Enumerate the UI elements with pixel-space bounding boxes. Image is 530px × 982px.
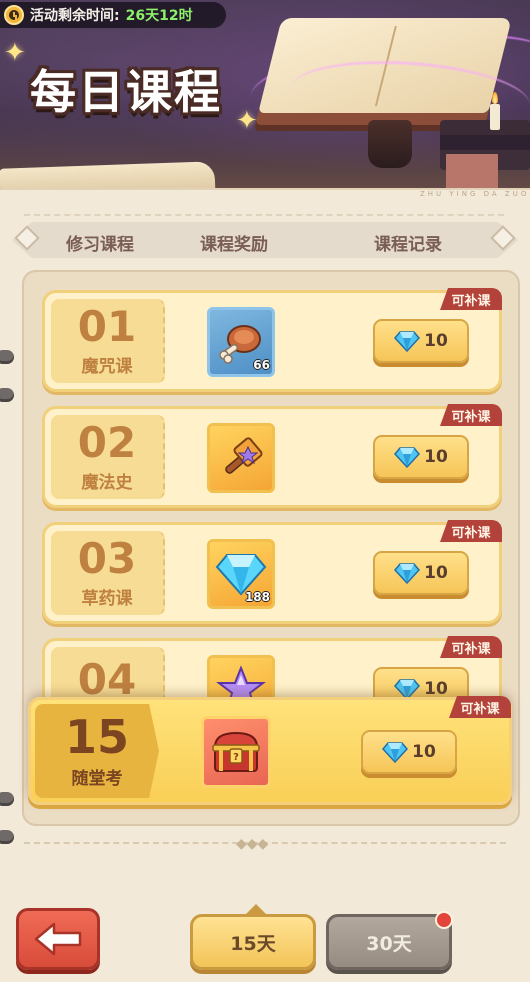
makeup-tag: 可补课 <box>440 288 502 310</box>
watermark-text: ZHU YING DA ZUO <box>420 190 530 198</box>
back-button[interactable] <box>16 908 100 970</box>
event-timer-label: 活动剩余时间: <box>30 8 120 24</box>
course-number: 03 <box>77 533 137 583</box>
page-title: 每日课程 <box>30 65 222 119</box>
exam-day-number: 15 <box>64 709 129 764</box>
sparkle-icon: ✦ <box>4 38 26 68</box>
course-name: 草药课 <box>81 588 133 609</box>
reward-item[interactable]: 66 <box>207 307 275 377</box>
notification-dot <box>435 911 453 929</box>
diamond-icon <box>382 742 409 763</box>
course-name: 魔咒课 <box>81 356 133 377</box>
binder-ring <box>0 388 14 402</box>
makeup-tag: 可补课 <box>440 404 502 426</box>
course-label: 02 魔法史 <box>51 415 165 499</box>
exam-name: 随堂考 <box>71 768 123 789</box>
diamond-icon <box>394 447 421 468</box>
reward-item[interactable]: 188 <box>207 539 275 609</box>
reward-count: 188 <box>244 590 270 604</box>
event-timer: 活动剩余时间: 26天12时 <box>0 2 226 28</box>
candle-illustration <box>490 92 500 130</box>
tab-course-records[interactable]: 课程记录 <box>374 230 442 255</box>
reward-count: 66 <box>253 358 270 372</box>
day-tab-label: 30天 <box>366 932 412 955</box>
tab-course-rewards[interactable]: 课程奖励 <box>200 230 268 255</box>
course-card: 03 草药课 188 10 可补课 <box>42 520 502 624</box>
diamond-icon <box>394 331 421 352</box>
makeup-price-button[interactable]: 10 <box>373 319 469 363</box>
treasure-chest-icon: ? <box>212 731 260 772</box>
day-tab-15[interactable]: 15天 <box>190 904 316 970</box>
binder-ring <box>0 830 14 844</box>
magic-hammer-icon <box>225 437 263 474</box>
makeup-tag: 可补课 <box>440 520 502 542</box>
course-card: 01 魔咒课 66 10 可补课 <box>42 288 502 392</box>
exam-card: 15 随堂考 ? 10 可补课 <box>28 696 512 805</box>
price-value: 10 <box>412 742 436 762</box>
exam-label: 15 随堂考 <box>35 704 159 798</box>
reward-item[interactable] <box>207 423 275 493</box>
makeup-tag: 可补课 <box>449 696 511 718</box>
binder-ring <box>0 792 14 806</box>
clock-icon <box>4 5 24 25</box>
tab-study-courses[interactable]: 修习课程 <box>66 230 134 255</box>
course-number: 01 <box>77 301 137 351</box>
price-value: 10 <box>424 447 448 467</box>
course-name: 魔法史 <box>81 472 133 493</box>
header-banner: 活动剩余时间: 26天12时 ✦ ✦ 每日课程 <box>0 0 530 200</box>
binder-ring <box>0 350 14 364</box>
makeup-price-button[interactable]: 10 <box>373 435 469 479</box>
reward-item[interactable]: ? <box>201 716 271 788</box>
back-arrow-icon <box>34 922 82 956</box>
price-value: 10 <box>424 331 448 351</box>
makeup-price-button[interactable]: 10 <box>361 730 457 774</box>
course-label: 03 草药课 <box>51 531 165 615</box>
event-timer-value: 26天12时 <box>125 8 193 24</box>
course-number: 04 <box>77 655 137 704</box>
price-value: 10 <box>424 679 448 699</box>
makeup-price-button[interactable]: 10 <box>373 551 469 595</box>
divider <box>24 214 504 216</box>
svg-text:?: ? <box>233 752 239 763</box>
diamond-icon <box>394 563 421 584</box>
sparkle-icon: ✦ <box>236 106 258 136</box>
day-tab-30[interactable]: 30天 <box>326 911 453 970</box>
book-stand-illustration <box>368 120 412 168</box>
course-label: 01 魔咒课 <box>51 299 165 383</box>
diamond-decoration: ◆◆◆ <box>236 836 269 852</box>
course-number: 02 <box>77 417 137 467</box>
makeup-tag: 可补课 <box>440 636 502 658</box>
price-value: 10 <box>424 563 448 583</box>
course-card: 02 魔法史 10 可补课 <box>42 404 502 508</box>
